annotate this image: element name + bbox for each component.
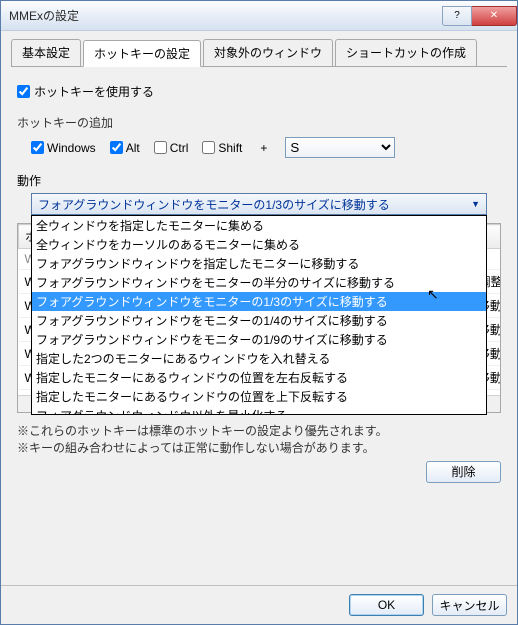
dropdown-option-selected[interactable]: フォアグラウンドウィンドウをモニターの1/3のサイズに移動する: [32, 292, 486, 311]
dropdown-option[interactable]: フォアグラウンドウィンドウをモニターの1/9のサイズに移動する: [32, 330, 486, 349]
window-title: MMExの設定: [9, 7, 442, 24]
dropdown-option[interactable]: 指定したモニターにあるウィンドウの位置を左右反転する: [32, 368, 486, 387]
bottom-bar: OK キャンセル: [1, 585, 517, 624]
add-hotkey-label: ホットキーの追加: [17, 114, 507, 131]
dropdown-list: 全ウィンドウを指定したモニターに集める 全ウィンドウをカーソルのあるモニターに集…: [31, 215, 487, 415]
mod-ctrl[interactable]: Ctrl: [154, 141, 189, 155]
delete-row: 削除: [11, 461, 501, 483]
dropdown-option[interactable]: 指定した2つのモニターにあるウィンドウを入れ替える: [32, 349, 486, 368]
action-label: 動作: [17, 172, 507, 189]
mod-alt[interactable]: Alt: [110, 141, 140, 155]
close-button[interactable]: ✕: [472, 6, 517, 26]
use-hotkey-checkbox[interactable]: [17, 85, 30, 98]
key-select[interactable]: S: [285, 137, 395, 158]
tab-basic[interactable]: 基本設定: [11, 39, 81, 66]
dropdown-option[interactable]: フォアグラウンドウィンドウをモニターの1/4のサイズに移動する: [32, 311, 486, 330]
dropdown-option[interactable]: フォアグラウンドウィンドウ以外を最小化する: [32, 406, 486, 415]
tab-exclude[interactable]: 対象外のウィンドウ: [203, 39, 333, 66]
settings-window: MMExの設定 ? ✕ 基本設定 ホットキーの設定 対象外のウィンドウ ショート…: [0, 0, 518, 625]
notes: ※これらのホットキーは標準のホットキーの設定より優先されます。 ※キーの組み合わ…: [17, 423, 501, 457]
dropdown-option[interactable]: フォアグラウンドウィンドウを指定したモニターに移動する: [32, 254, 486, 273]
window-buttons: ? ✕: [442, 6, 517, 26]
tab-shortcut[interactable]: ショートカットの作成: [335, 39, 477, 66]
content-area: 基本設定 ホットキーの設定 対象外のウィンドウ ショートカットの作成 ホットキー…: [1, 31, 517, 585]
action-dropdown[interactable]: フォアグラウンドウィンドウをモニターの1/3のサイズに移動する ▼: [31, 193, 487, 215]
tab-strip: 基本設定 ホットキーの設定 対象外のウィンドウ ショートカットの作成: [11, 39, 507, 67]
cancel-button[interactable]: キャンセル: [432, 594, 507, 616]
mod-shift[interactable]: Shift: [202, 141, 242, 155]
mod-windows[interactable]: Windows: [31, 141, 96, 155]
modifier-row: Windows Alt Ctrl Shift + S: [31, 137, 507, 158]
titlebar: MMExの設定 ? ✕: [1, 1, 517, 31]
dropdown-selected-text: フォアグラウンドウィンドウをモニターの1/3のサイズに移動する: [38, 196, 390, 213]
dropdown-option[interactable]: 指定したモニターにあるウィンドウの位置を上下反転する: [32, 387, 486, 406]
note-line-1: ※これらのホットキーは標準のホットキーの設定より優先されます。: [17, 423, 501, 440]
delete-button[interactable]: 削除: [426, 461, 501, 483]
help-button[interactable]: ?: [442, 6, 472, 26]
plus-sign: +: [260, 141, 267, 155]
dropdown-option[interactable]: 全ウィンドウをカーソルのあるモニターに集める: [32, 235, 486, 254]
dropdown-option[interactable]: フォアグラウンドウィンドウをモニターの半分のサイズに移動する: [32, 273, 486, 292]
use-hotkey-row: ホットキーを使用する: [17, 83, 507, 100]
ok-button[interactable]: OK: [349, 594, 424, 616]
dropdown-option[interactable]: 全ウィンドウを指定したモニターに集める: [32, 216, 486, 235]
action-dropdown-wrap: フォアグラウンドウィンドウをモニターの1/3のサイズに移動する ▼ 全ウィンドウ…: [31, 193, 487, 215]
note-line-2: ※キーの組み合わせによっては正常に動作しない場合があります。: [17, 440, 501, 457]
chevron-down-icon: ▼: [471, 199, 480, 209]
use-hotkey-label: ホットキーを使用する: [34, 83, 154, 100]
tab-hotkey[interactable]: ホットキーの設定: [83, 40, 201, 67]
